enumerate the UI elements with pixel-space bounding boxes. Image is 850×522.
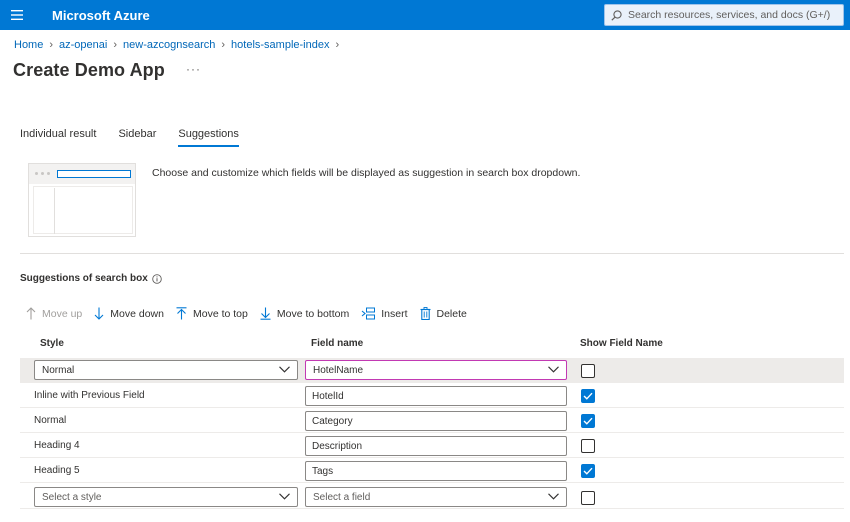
arrow-to-top-icon — [176, 307, 187, 320]
illustration-sidebar — [33, 188, 55, 234]
style-cell[interactable]: Normal — [34, 408, 66, 432]
search-placeholder: Search resources, services, and docs (G+… — [628, 9, 831, 21]
field-name-input[interactable]: Category — [305, 411, 567, 431]
tab-sidebar[interactable]: Sidebar — [118, 128, 156, 147]
style-dropdown-placeholder: Select a style — [42, 491, 102, 503]
column-header-style: Style — [40, 338, 64, 349]
breadcrumb: Home › az-openai › new-azcognsearch › ho… — [14, 39, 345, 51]
field-dropdown[interactable]: Select a field — [305, 487, 567, 507]
tab-list: Individual result Sidebar Suggestions — [20, 128, 261, 147]
insert-button[interactable]: Insert — [361, 307, 408, 320]
style-dropdown[interactable]: Normal — [34, 360, 298, 380]
show-field-name-checkbox[interactable] — [581, 439, 595, 453]
show-field-name-checkbox[interactable] — [581, 364, 595, 378]
style-cell[interactable]: Heading 5 — [34, 458, 80, 482]
section-title-text: Suggestions of search box — [20, 273, 148, 284]
checkmark-icon — [583, 467, 593, 475]
page-title: Create Demo App — [13, 60, 165, 80]
checkmark-icon — [583, 392, 593, 400]
style-cell[interactable]: Heading 4 — [34, 433, 80, 457]
chevron-right-icon: › — [221, 39, 226, 51]
delete-button[interactable]: Delete — [420, 307, 467, 320]
move-to-bottom-label: Move to bottom — [276, 307, 350, 320]
table-header: Style Field name Show Field Name — [0, 338, 850, 352]
table-row[interactable]: Inline with Previous Field HotelId — [20, 383, 844, 408]
breadcrumb-home[interactable]: Home — [14, 39, 43, 51]
table-row[interactable]: Normal Category — [20, 408, 844, 433]
chevron-down-icon — [548, 493, 559, 500]
tab-suggestions[interactable]: Suggestions — [178, 128, 239, 147]
chevron-right-icon: › — [49, 39, 54, 51]
table-row[interactable]: Normal HotelName — [20, 358, 844, 383]
table-row[interactable]: Heading 4 Description — [20, 433, 844, 458]
move-up-button[interactable]: Move up — [26, 307, 82, 320]
table-row[interactable]: Select a style Select a field — [20, 484, 844, 509]
move-down-label: Move down — [110, 307, 164, 320]
insert-label: Insert — [381, 307, 408, 320]
show-field-name-checkbox[interactable] — [581, 389, 595, 403]
field-name-input[interactable]: Tags — [305, 461, 567, 481]
section-title: Suggestions of search box — [20, 273, 162, 284]
more-options-button[interactable]: ··· — [186, 62, 201, 76]
table-row[interactable]: Heading 5 Tags — [20, 458, 844, 483]
suggestions-toolbar: Move up Move down Move to top Move to bo… — [26, 307, 479, 320]
show-field-name-checkbox[interactable] — [581, 414, 595, 428]
chevron-right-icon: › — [335, 39, 340, 51]
style-dropdown-value: Normal — [42, 364, 75, 376]
chevron-down-icon — [548, 366, 559, 373]
suggestions-illustration — [28, 163, 136, 237]
chevron-down-icon — [279, 366, 290, 373]
breadcrumb-search-service[interactable]: new-azcognsearch — [123, 39, 215, 51]
field-dropdown-value: HotelName — [313, 364, 364, 376]
column-header-field-name: Field name — [311, 338, 364, 349]
illustration-dots — [35, 172, 50, 175]
move-down-button[interactable]: Move down — [94, 307, 164, 320]
move-to-top-button[interactable]: Move to top — [176, 307, 248, 320]
show-field-name-checkbox[interactable] — [581, 464, 595, 478]
arrow-up-icon — [26, 307, 36, 320]
field-dropdown-placeholder: Select a field — [313, 491, 371, 503]
app-title[interactable]: Microsoft Azure — [52, 8, 150, 23]
trash-icon — [420, 307, 430, 320]
column-header-show-field-name: Show Field Name — [580, 338, 663, 349]
illustration-search-box — [57, 170, 131, 178]
checkmark-icon — [583, 417, 593, 425]
move-to-bottom-button[interactable]: Move to bottom — [260, 307, 349, 320]
arrow-down-icon — [94, 307, 104, 320]
style-dropdown[interactable]: Select a style — [34, 487, 298, 507]
move-up-label: Move up — [42, 307, 83, 320]
show-field-name-checkbox[interactable] — [581, 491, 595, 505]
field-name-input[interactable]: HotelId — [305, 386, 567, 406]
section-divider — [20, 253, 844, 254]
breadcrumb-index[interactable]: hotels-sample-index — [231, 39, 329, 51]
top-bar: Microsoft Azure Search resources, servic… — [0, 0, 850, 30]
tab-description: Choose and customize which fields will b… — [152, 167, 581, 179]
delete-label: Delete — [436, 307, 467, 320]
chevron-down-icon — [279, 493, 290, 500]
search-icon — [611, 9, 622, 21]
global-search-input[interactable]: Search resources, services, and docs (G+… — [604, 4, 844, 26]
move-to-top-label: Move to top — [192, 307, 248, 320]
field-name-input[interactable]: Description — [305, 436, 567, 456]
style-cell[interactable]: Inline with Previous Field — [34, 383, 145, 407]
breadcrumb-resource-group[interactable]: az-openai — [59, 39, 107, 51]
arrow-to-bottom-icon — [260, 307, 271, 320]
menu-icon[interactable] — [0, 0, 34, 30]
field-dropdown[interactable]: HotelName — [305, 360, 567, 380]
insert-row-icon — [361, 307, 376, 320]
info-icon[interactable] — [152, 273, 162, 284]
chevron-right-icon: › — [113, 39, 118, 51]
tab-individual-result[interactable]: Individual result — [20, 128, 96, 147]
